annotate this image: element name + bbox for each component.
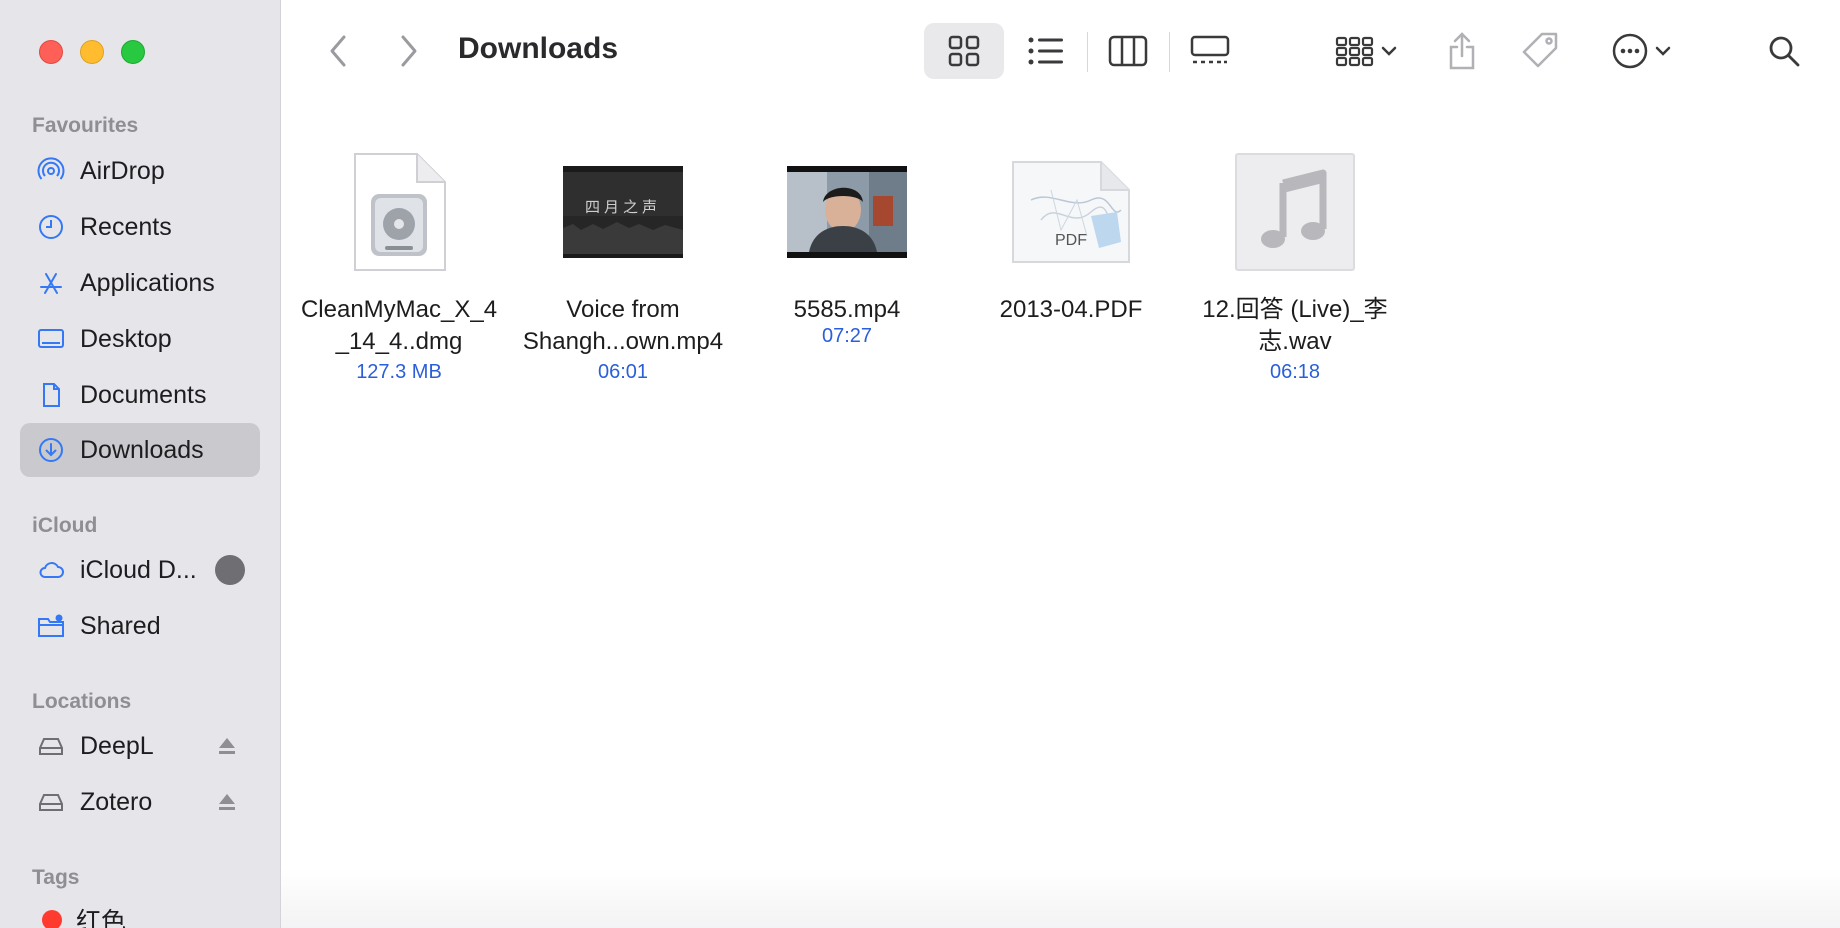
share-button[interactable] — [1442, 26, 1482, 76]
sidebar-item-label: Zotero — [80, 787, 153, 816]
sidebar-item-zotero[interactable]: Zotero — [20, 775, 260, 829]
column-view-button[interactable] — [1088, 23, 1168, 79]
file-item[interactable]: CleanMyMac_X_4 _14_4..dmg 127.3 MB — [294, 152, 504, 386]
group-by-button[interactable] — [1326, 23, 1406, 79]
grid-view-icon — [948, 35, 980, 67]
chevron-down-icon — [1655, 46, 1671, 56]
music-note-icon — [1235, 152, 1355, 272]
list-view-button[interactable] — [1006, 23, 1086, 79]
chevron-left-icon — [330, 35, 346, 67]
tags-section-title: Tags — [32, 866, 80, 889]
sidebar-item-airdrop[interactable]: AirDrop — [20, 144, 260, 198]
drive-icon — [36, 731, 66, 761]
sidebar-item-label: DeepL — [80, 731, 154, 760]
column-view-icon — [1108, 35, 1148, 67]
file-grid: CleanMyMac_X_4 _14_4..dmg 127.3 MB 四月之声 V… — [281, 102, 1840, 928]
file-item[interactable]: PDF 2013-04.PDF — [966, 152, 1176, 326]
file-item[interactable]: 12.回答 (Live)_李 志.wav 06:18 — [1190, 152, 1400, 386]
window-controls — [39, 40, 145, 64]
sidebar-item-deepl[interactable]: DeepL — [20, 719, 260, 773]
sidebar-item-applications[interactable]: Applications — [20, 256, 260, 310]
sidebar-item-label: 红色 — [76, 908, 127, 928]
sidebar-item-label: Documents — [80, 380, 207, 409]
file-item[interactable]: 5585.mp4 07:27 — [742, 152, 952, 350]
document-icon — [36, 380, 66, 410]
cloud-icon — [36, 555, 66, 585]
file-name: 12.回答 (Live)_李 志.wav — [1202, 296, 1388, 355]
more-actions-button[interactable] — [1604, 26, 1678, 76]
sidebar-item-shared[interactable]: Shared — [20, 599, 260, 653]
share-icon — [1449, 32, 1475, 70]
video-duration: 07:27 — [821, 325, 873, 347]
finder-window: Favourites AirDrop Recents Applications … — [0, 0, 1840, 928]
eject-icon[interactable] — [216, 735, 238, 757]
chevron-down-icon — [1381, 46, 1397, 56]
search-icon — [1769, 36, 1800, 67]
sidebar-item-icloud-drive[interactable]: iCloud D... — [20, 543, 260, 597]
red-tag-icon — [42, 910, 62, 928]
sidebar-item-label: iCloud D... — [80, 555, 197, 584]
airdrop-icon — [36, 156, 66, 186]
locations-section-title: Locations — [32, 690, 132, 713]
icon-view-button[interactable] — [924, 23, 1004, 79]
file-name: 2013-04.PDF — [999, 296, 1143, 323]
zoom-window-button[interactable] — [121, 40, 145, 64]
drive-icon — [36, 787, 66, 817]
sidebar-item-label: Recents — [80, 212, 172, 241]
file-name: CleanMyMac_X_4 _14_4..dmg — [300, 296, 498, 355]
window-title: Downloads — [458, 32, 619, 65]
audio-duration: 06:18 — [1269, 361, 1321, 383]
icloud-section-title: iCloud — [32, 514, 98, 537]
clock-icon — [36, 212, 66, 242]
desktop-icon — [36, 324, 66, 354]
back-button[interactable] — [318, 30, 358, 72]
sidebar-item-documents[interactable]: Documents — [20, 368, 260, 422]
window-bottom-shadow — [281, 868, 1840, 928]
tag-button[interactable] — [1518, 26, 1564, 76]
forward-button[interactable] — [389, 30, 429, 72]
applications-icon — [36, 268, 66, 298]
sidebar-item-label: Shared — [80, 611, 161, 640]
search-button[interactable] — [1764, 30, 1804, 72]
sidebar-item-label: Applications — [80, 268, 215, 297]
pdf-icon: PDF — [1011, 152, 1131, 272]
sidebar-item-desktop[interactable]: Desktop — [20, 312, 260, 366]
video-duration: 06:01 — [597, 361, 649, 383]
download-icon — [36, 435, 66, 465]
file-name: Voice from Shangh...own.mp4 — [522, 296, 724, 355]
video-thumbnail: 四月之声 — [563, 152, 683, 272]
video-thumbnail — [787, 152, 907, 272]
sidebar-item-downloads[interactable]: Downloads — [20, 423, 260, 477]
shared-folder-icon — [36, 611, 66, 641]
sidebar: Favourites AirDrop Recents Applications … — [0, 0, 281, 928]
group-icon — [1335, 36, 1374, 67]
gallery-view-button[interactable] — [1170, 23, 1250, 79]
sidebar-item-recents[interactable]: Recents — [20, 200, 260, 254]
close-window-button[interactable] — [39, 40, 63, 64]
icloud-sync-status-icon — [215, 555, 245, 585]
list-view-icon — [1028, 37, 1063, 65]
ellipsis-circle-icon — [1612, 33, 1648, 69]
favourites-section-title: Favourites — [32, 114, 139, 137]
file-size: 127.3 MB — [356, 361, 442, 383]
video-thumbnail-caption: 四月之声 — [584, 198, 661, 216]
sidebar-item-tag-red[interactable]: 红色 — [20, 893, 260, 928]
tag-icon — [1522, 32, 1558, 68]
pdf-badge: PDF — [1055, 232, 1087, 249]
sidebar-item-label: Downloads — [80, 435, 204, 464]
disk-image-icon — [339, 152, 459, 272]
chevron-right-icon — [401, 35, 417, 67]
sidebar-item-label: Desktop — [80, 324, 172, 353]
sidebar-item-label: AirDrop — [80, 156, 165, 185]
minimize-window-button[interactable] — [80, 40, 104, 64]
eject-icon[interactable] — [216, 791, 238, 813]
gallery-view-icon — [1190, 35, 1230, 64]
file-item[interactable]: 四月之声 Voice from Shangh...own.mp4 06:01 — [518, 152, 728, 386]
